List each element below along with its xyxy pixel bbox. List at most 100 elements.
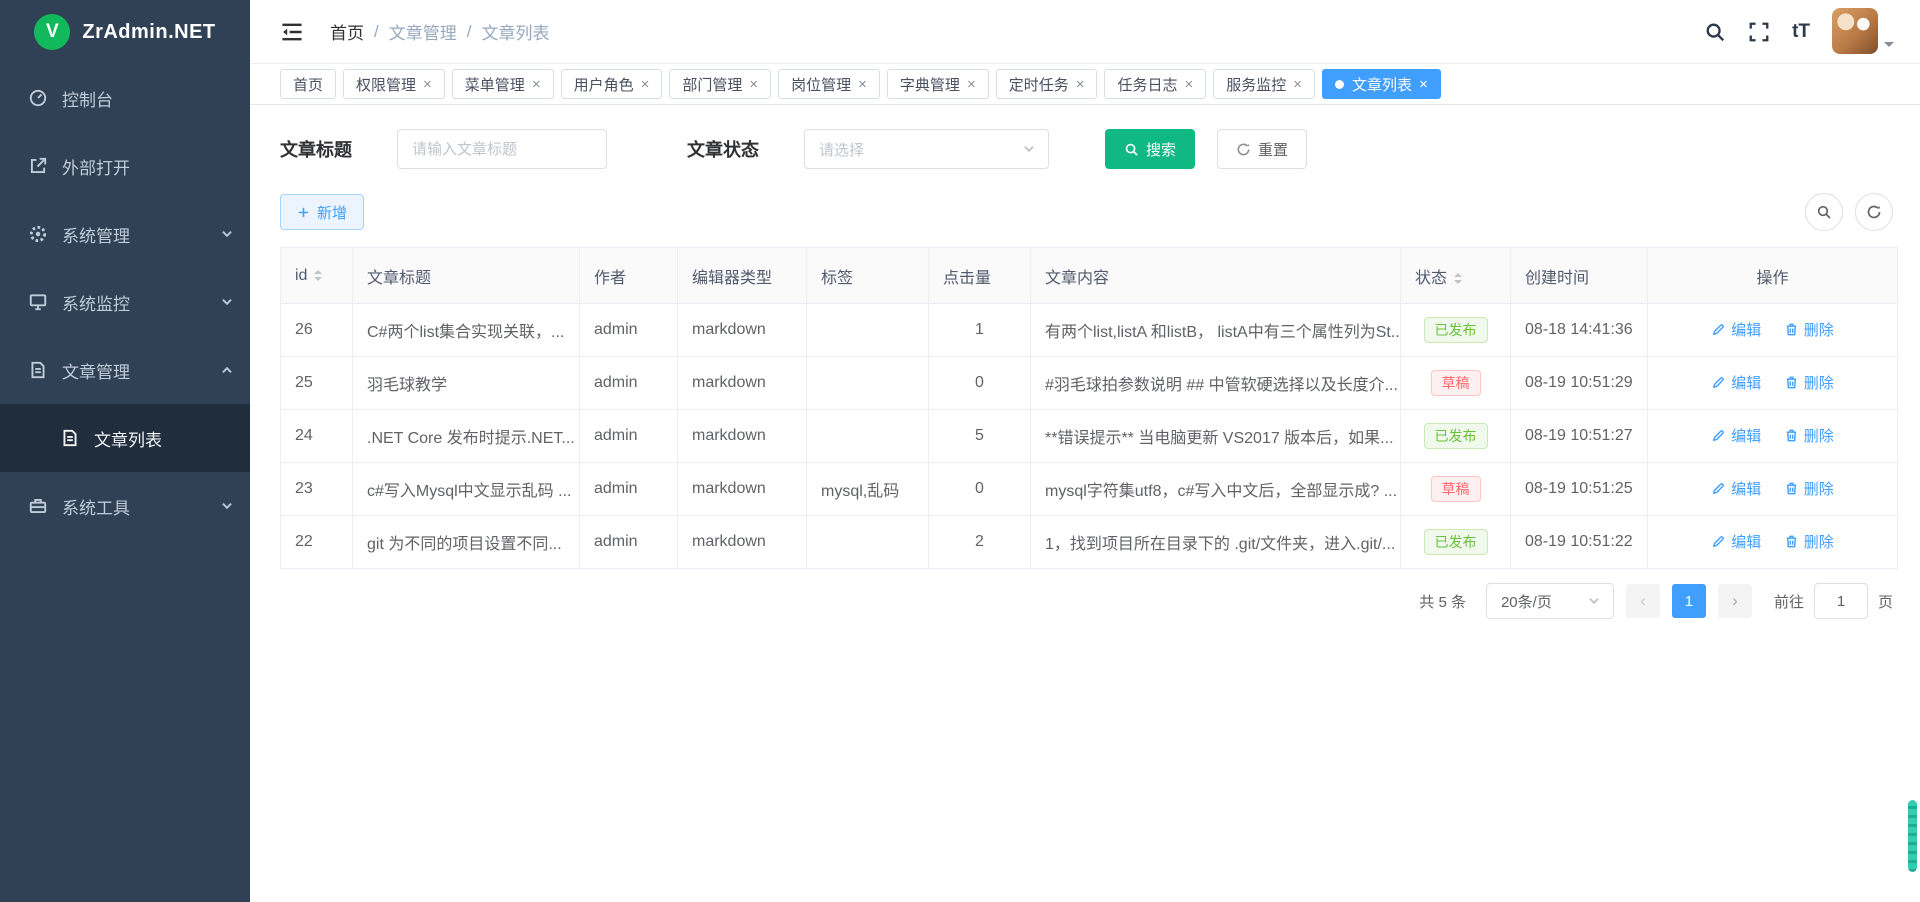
page-number-1[interactable]: 1 — [1672, 584, 1706, 618]
tab-article-list[interactable]: 文章列表 — [1322, 69, 1441, 99]
cell-clicks: 0 — [929, 463, 1031, 516]
close-icon[interactable] — [858, 77, 867, 92]
edit-label: 编辑 — [1731, 425, 1761, 446]
edit-button[interactable]: 编辑 — [1711, 531, 1761, 552]
sidebar-item-system-monitor[interactable]: 系统监控 — [0, 268, 250, 336]
sidebar-item-system-tools[interactable]: 系统工具 — [0, 472, 250, 540]
font-size-icon[interactable]: tT — [1792, 22, 1810, 41]
cell-content: #羽毛球拍参数说明 ## 中管软硬选择以及长度介... — [1031, 357, 1401, 410]
breadcrumb-home[interactable]: 首页 — [330, 19, 364, 44]
article-status-select[interactable]: 请选择 — [804, 129, 1049, 169]
breadcrumb-article-management[interactable]: 文章管理 — [389, 19, 457, 44]
tab-dict-management[interactable]: 字典管理 — [887, 69, 989, 99]
sidebar-item-article-management[interactable]: 文章管理 — [0, 336, 250, 404]
tab-scheduled-task[interactable]: 定时任务 — [996, 69, 1098, 99]
cell-editor: markdown — [678, 516, 807, 569]
tab-label: 用户角色 — [574, 74, 634, 95]
cell-author: admin — [580, 304, 678, 357]
cell-status: 草稿 — [1401, 463, 1511, 516]
column-label: 文章标题 — [367, 270, 431, 287]
toolbox-icon — [28, 496, 48, 516]
column-label: 标签 — [821, 270, 853, 287]
caret-down-icon[interactable] — [1884, 42, 1894, 52]
close-icon[interactable] — [749, 77, 758, 92]
toggle-search-button[interactable] — [1805, 193, 1843, 231]
close-icon[interactable] — [1076, 77, 1085, 92]
tab-task-log[interactable]: 任务日志 — [1104, 69, 1206, 99]
edit-label: 编辑 — [1731, 531, 1761, 552]
sort-icon[interactable] — [314, 270, 322, 281]
edit-button[interactable]: 编辑 — [1711, 319, 1761, 340]
reset-button[interactable]: 重置 — [1217, 129, 1307, 169]
sidebar-item-external-open[interactable]: 外部打开 — [0, 132, 250, 200]
sidebar-collapse-icon[interactable] — [280, 20, 304, 44]
sort-icon[interactable] — [1454, 273, 1462, 284]
page-size-select[interactable]: 20条/页 — [1486, 583, 1614, 619]
tab-department-management[interactable]: 部门管理 — [669, 69, 771, 99]
scrollbar-thumb[interactable] — [1908, 800, 1917, 872]
edit-button[interactable]: 编辑 — [1711, 478, 1761, 499]
cell-tags — [807, 304, 929, 357]
close-icon[interactable] — [1419, 77, 1428, 92]
pencil-icon — [1711, 322, 1726, 337]
column-header-status[interactable]: 状态 — [1401, 248, 1511, 304]
articles-table: id 文章标题 作者 编辑器类型 标签 点击量 文章内容 状态 创建时间 操作 — [280, 247, 1893, 569]
delete-button[interactable]: 删除 — [1784, 478, 1834, 499]
breadcrumb: 首页 / 文章管理 / 文章列表 — [330, 19, 549, 44]
navbar-right: tT — [1704, 0, 1894, 64]
avatar[interactable] — [1832, 8, 1878, 54]
tab-home[interactable]: 首页 — [280, 69, 336, 99]
external-link-icon — [28, 156, 48, 176]
edit-button[interactable]: 编辑 — [1711, 372, 1761, 393]
sidebar-item-article-list[interactable]: 文章列表 — [0, 404, 250, 472]
tab-permission-management[interactable]: 权限管理 — [343, 69, 445, 99]
tab-menu-management[interactable]: 菜单管理 — [452, 69, 554, 99]
reset-button-label: 重置 — [1258, 139, 1288, 160]
tab-label: 部门管理 — [682, 74, 742, 95]
delete-button[interactable]: 删除 — [1784, 319, 1834, 340]
close-icon[interactable] — [641, 77, 650, 92]
cell-actions: 编辑 删除 — [1648, 410, 1898, 463]
table-toolbar: 新增 — [280, 193, 1893, 231]
goto-page-input[interactable] — [1814, 583, 1868, 619]
sidebar-item-dashboard[interactable]: 控制台 — [0, 64, 250, 132]
column-header-author: 作者 — [580, 248, 678, 304]
close-icon[interactable] — [423, 77, 432, 92]
pagination-total: 共 5 条 — [1419, 591, 1466, 612]
fullscreen-icon[interactable] — [1748, 21, 1770, 43]
tab-post-management[interactable]: 岗位管理 — [778, 69, 880, 99]
filter-form: 文章标题 文章状态 请选择 搜索 重置 — [280, 129, 1893, 169]
pencil-icon — [1711, 375, 1726, 390]
close-icon[interactable] — [1185, 77, 1194, 92]
tab-service-monitor[interactable]: 服务监控 — [1213, 69, 1315, 99]
page-size-value: 20条/页 — [1501, 591, 1587, 612]
next-page-button[interactable]: › — [1718, 584, 1752, 618]
app-logo[interactable]: V ZrAdmin.NET — [0, 0, 250, 64]
breadcrumb-article-list[interactable]: 文章列表 — [481, 19, 549, 44]
search-icon[interactable] — [1704, 21, 1726, 43]
close-icon[interactable] — [967, 77, 976, 92]
sidebar-item-label: 系统管理 — [62, 222, 220, 247]
prev-page-button[interactable]: ‹ — [1626, 584, 1660, 618]
tab-user-role[interactable]: 用户角色 — [561, 69, 663, 99]
refresh-button[interactable] — [1855, 193, 1893, 231]
add-button[interactable]: 新增 — [280, 194, 364, 230]
close-icon[interactable] — [532, 77, 541, 92]
column-header-id[interactable]: id — [281, 248, 353, 304]
article-title-input[interactable] — [397, 129, 607, 169]
pagination-jumper: 前往 页 — [1774, 583, 1893, 619]
column-label: 点击量 — [943, 270, 991, 287]
close-icon[interactable] — [1293, 77, 1302, 92]
cell-tags: mysql,乱码 — [807, 463, 929, 516]
delete-button[interactable]: 删除 — [1784, 531, 1834, 552]
app-root: V ZrAdmin.NET 控制台 外部打开 系统管理 系统监控 — [0, 0, 1920, 902]
search-button[interactable]: 搜索 — [1105, 129, 1195, 169]
edit-button[interactable]: 编辑 — [1711, 425, 1761, 446]
app-title: ZrAdmin.NET — [82, 21, 215, 44]
sidebar-item-system-management[interactable]: 系统管理 — [0, 200, 250, 268]
column-label: 编辑器类型 — [692, 270, 772, 287]
column-label: id — [295, 267, 307, 284]
cell-editor: markdown — [678, 357, 807, 410]
delete-button[interactable]: 删除 — [1784, 425, 1834, 446]
delete-button[interactable]: 删除 — [1784, 372, 1834, 393]
